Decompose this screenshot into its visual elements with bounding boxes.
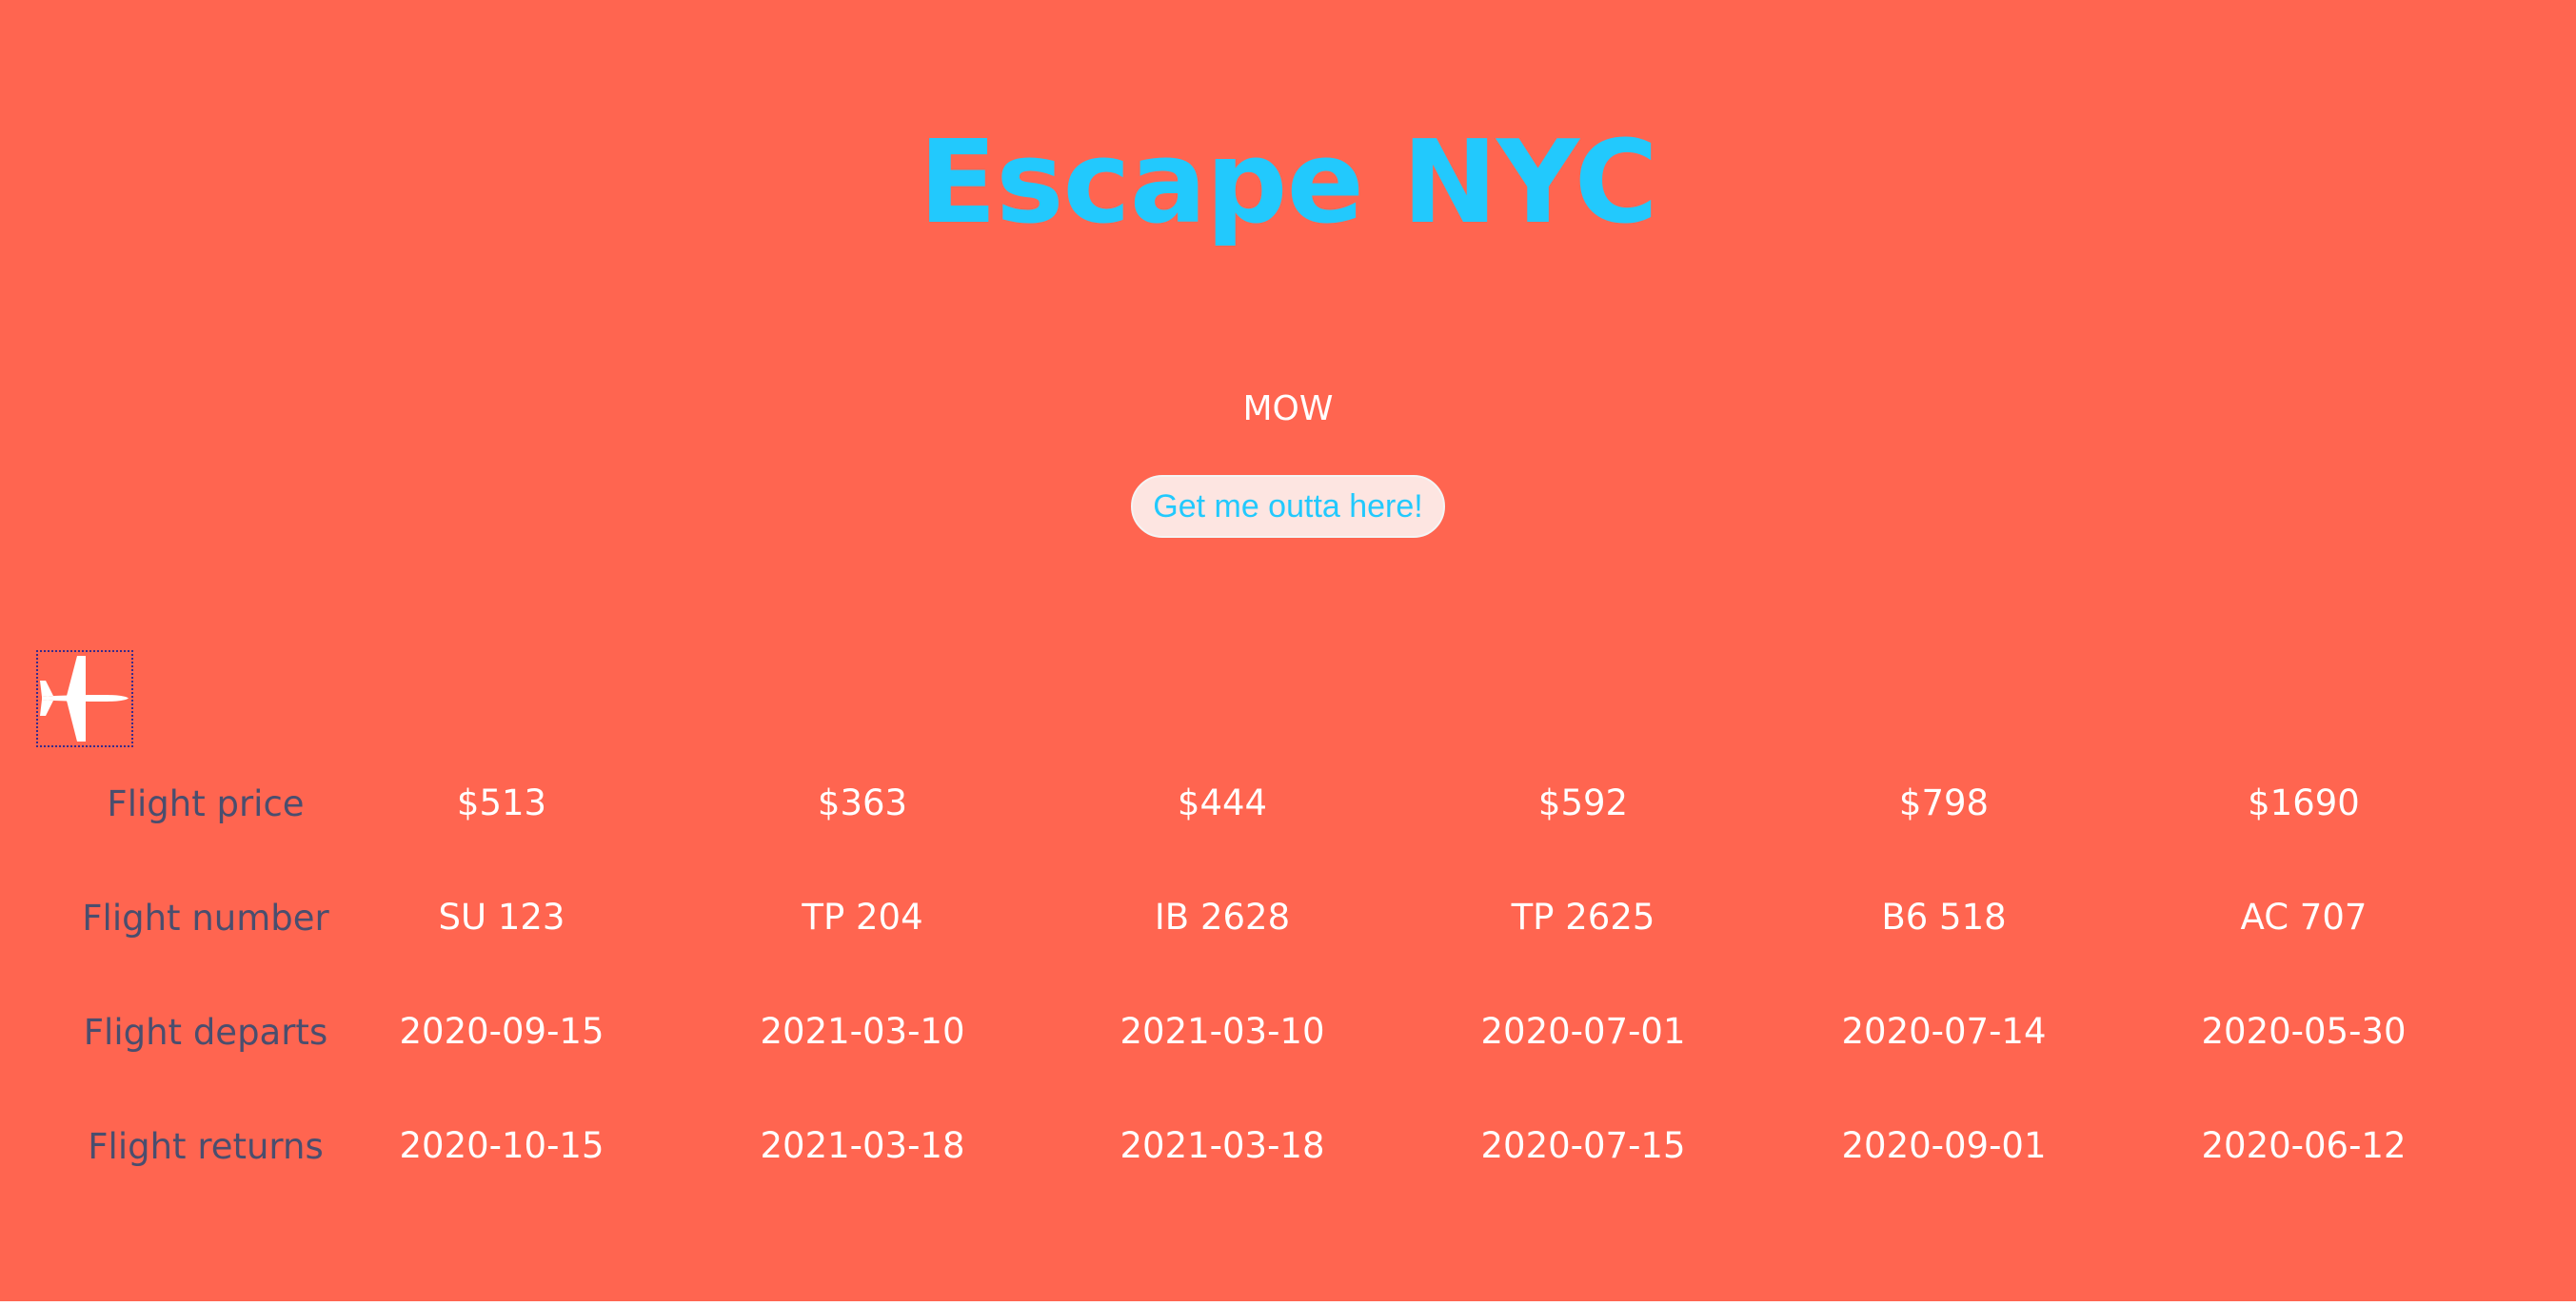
- flight-number-cell: TP 2625: [1511, 897, 1655, 938]
- page: Escape NYC MOW Get me outta here! Flight…: [0, 0, 2576, 1301]
- flight-price-cell: $363: [817, 782, 908, 823]
- row-label-number: Flight number: [82, 898, 329, 939]
- flight-price-cell: $798: [1898, 782, 1990, 823]
- row-label-returns: Flight returns: [88, 1126, 324, 1167]
- flight-departs-cell: 2020-07-14: [1841, 1011, 2047, 1052]
- flight-returns-cell: 2021-03-18: [760, 1125, 965, 1166]
- flight-departs-cell: 2021-03-10: [760, 1011, 965, 1052]
- flight-number-cell: AC 707: [2240, 897, 2368, 938]
- flight-price-cell: $513: [456, 782, 547, 823]
- flight-departs-cell: 2020-07-01: [1480, 1011, 1686, 1052]
- flight-number-cell: B6 518: [1881, 897, 2007, 938]
- flight-departs-cell: 2021-03-10: [1120, 1011, 1325, 1052]
- flight-number-cell: IB 2628: [1154, 897, 1291, 938]
- row-label-departs: Flight departs: [83, 1012, 328, 1053]
- flight-returns-cell: 2020-06-12: [2201, 1125, 2407, 1166]
- flight-departs-cell: 2020-05-30: [2201, 1011, 2407, 1052]
- flight-number-cell: SU 123: [438, 897, 565, 938]
- flight-returns-cell: 2020-07-15: [1480, 1125, 1686, 1166]
- flight-departs-cell: 2020-09-15: [399, 1011, 604, 1052]
- flight-number-cell: TP 204: [802, 897, 923, 938]
- flights-table: Flight price $513 $363 $444 $592 $798 $1…: [0, 0, 2576, 1301]
- flight-returns-cell: 2020-10-15: [399, 1125, 604, 1166]
- flight-returns-cell: 2020-09-01: [1841, 1125, 2047, 1166]
- flight-price-cell: $444: [1177, 782, 1268, 823]
- flight-price-cell: $1690: [2248, 782, 2360, 823]
- flight-returns-cell: 2021-03-18: [1120, 1125, 1325, 1166]
- row-label-price: Flight price: [107, 783, 305, 824]
- flight-price-cell: $592: [1537, 782, 1629, 823]
